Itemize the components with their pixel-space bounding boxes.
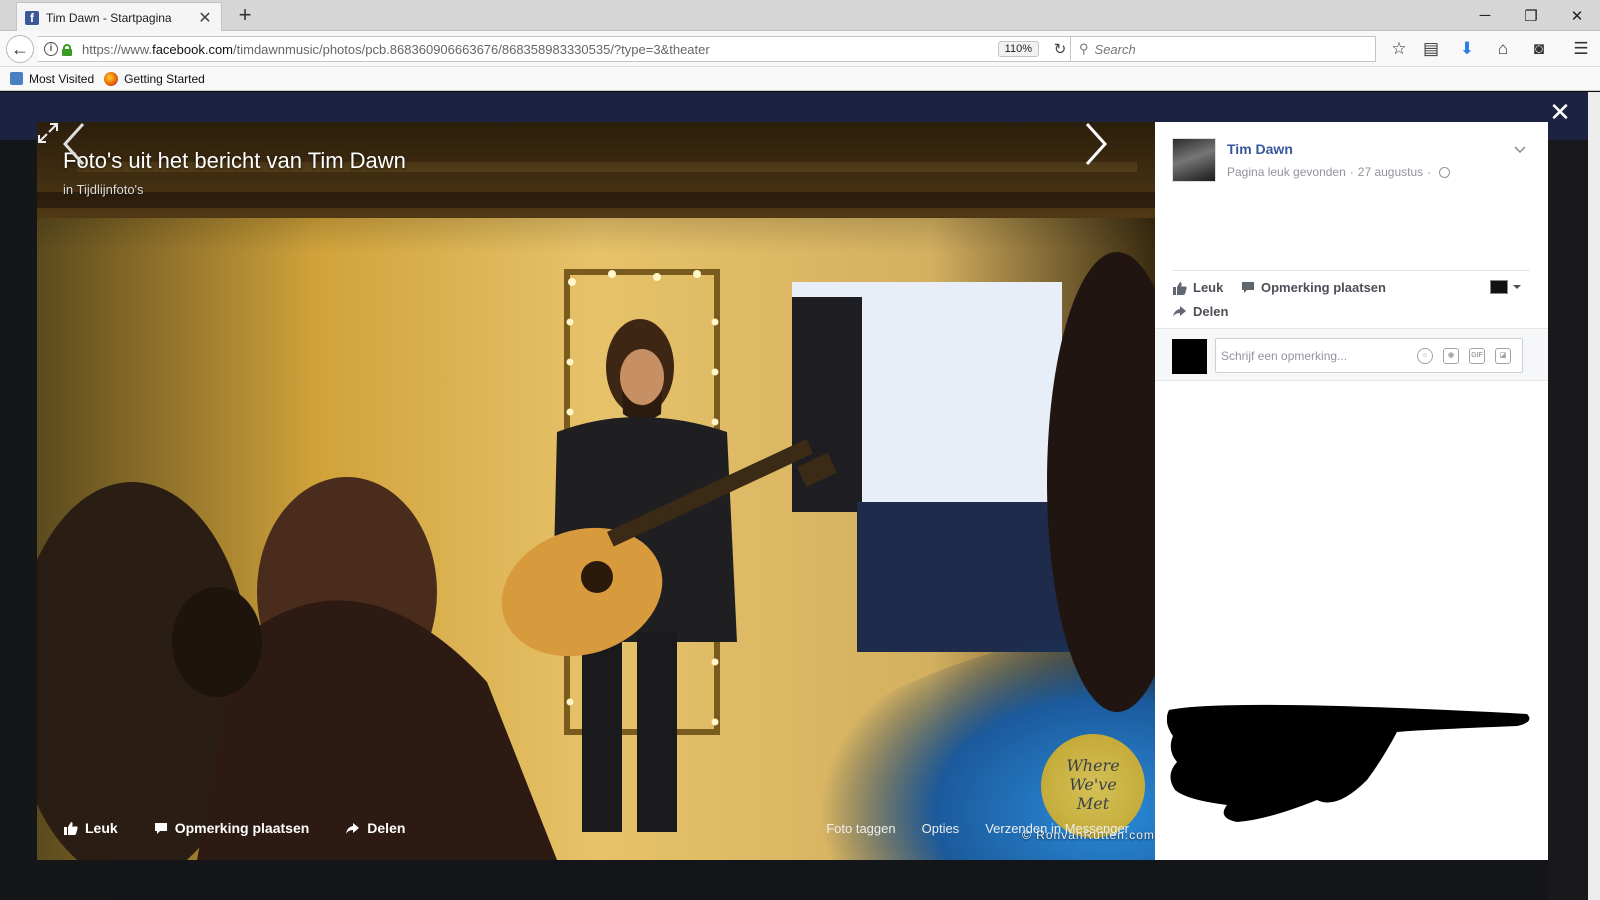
lock-icon: [62, 43, 72, 56]
bookmark-label: Most Visited: [29, 71, 95, 86]
watermark-text: Where We've Met: [1041, 756, 1145, 813]
home-icon[interactable]: ⌂: [1490, 36, 1516, 62]
photo-comment-button[interactable]: Opmerking plaatsen: [154, 820, 310, 836]
share-label: Delen: [367, 820, 406, 836]
back-button[interactable]: ←: [6, 35, 34, 63]
caret-down-icon: [1513, 285, 1521, 289]
like-label: Leuk: [85, 820, 118, 836]
bookmarks-list-icon[interactable]: ▤: [1418, 36, 1444, 62]
previous-photo-arrow-icon[interactable]: [61, 122, 87, 166]
meta-separator: ·: [1427, 165, 1432, 179]
photo-like-button[interactable]: Leuk: [63, 820, 118, 836]
page-avatar-small: [1490, 280, 1508, 294]
photo-links: Foto taggen Opties Verzenden in Messenge…: [800, 821, 1129, 836]
thumbs-up-icon: [1173, 281, 1187, 295]
comment-label: Opmerking plaatsen: [1261, 280, 1386, 295]
close-window-button[interactable]: ✕: [1554, 0, 1600, 31]
meta-action: Pagina leuk gevonden: [1227, 165, 1346, 179]
comment-bubble-icon: [154, 822, 167, 834]
gif-icon[interactable]: GIF: [1469, 348, 1485, 364]
nav-bar: ← i https://www.facebook.com/timdawnmusi…: [0, 31, 1600, 67]
panel-share-button[interactable]: Delen: [1172, 304, 1228, 319]
bookmark-label: Getting Started: [124, 71, 205, 86]
search-placeholder: Search: [1094, 41, 1136, 57]
redacted-scribble: [1167, 704, 1530, 822]
photo-share-button[interactable]: Delen: [345, 820, 405, 836]
photo-viewer[interactable]: Foto's uit het bericht van Tim Dawn in T…: [37, 122, 1155, 860]
share-arrow-icon: [1173, 306, 1186, 317]
close-theater-icon[interactable]: ✕: [1548, 99, 1572, 125]
tab-close-icon[interactable]: ✕: [197, 8, 213, 28]
bookmarks-bar: Most Visited Getting Started: [0, 67, 1600, 91]
send-in-messenger-link[interactable]: Verzenden in Messenger: [985, 821, 1129, 836]
new-tab-button[interactable]: +: [233, 3, 257, 27]
meta-separator: ·: [1349, 165, 1354, 179]
bookmark-most-visited[interactable]: Most Visited: [10, 72, 94, 86]
minimize-button[interactable]: ─: [1462, 0, 1508, 31]
comment-label: Opmerking plaatsen: [174, 820, 310, 836]
url-host: facebook.com: [152, 41, 234, 57]
page-scrollbar[interactable]: [1588, 92, 1600, 900]
avatar[interactable]: [1172, 138, 1216, 182]
camera-icon[interactable]: ◉: [1443, 348, 1459, 364]
next-photo-arrow-icon[interactable]: [1083, 122, 1109, 166]
tab-strip: f Tim Dawn - Startpagina ✕ + ─ ❐ ✕: [0, 0, 1600, 32]
pocket-icon[interactable]: ◙: [1526, 36, 1552, 62]
poster-name[interactable]: Tim Dawn: [1227, 141, 1293, 157]
post-meta: Pagina leuk gevonden · 27 augustus ·: [1227, 165, 1451, 179]
options-link[interactable]: Opties: [922, 821, 960, 836]
comment-placeholder: Schrijf een opmerking...: [1221, 349, 1348, 363]
bookmark-star-icon[interactable]: ☆: [1386, 36, 1412, 62]
subtitle-prefix: in: [63, 182, 74, 197]
panel-like-button[interactable]: Leuk: [1172, 280, 1223, 295]
photo-title: Foto's uit het bericht van Tim Dawn: [63, 148, 406, 173]
comment-composer: Schrijf een opmerking... ☺ ◉ GIF ◪: [1155, 329, 1548, 381]
sticker-icon[interactable]: ◪: [1495, 348, 1511, 364]
zoom-indicator[interactable]: 110%: [997, 41, 1039, 57]
firefox-icon: [104, 71, 119, 86]
emoji-icon[interactable]: ☺: [1417, 348, 1433, 364]
comment-bubble-icon: [1242, 282, 1254, 293]
menu-icon[interactable]: ☰: [1568, 36, 1594, 62]
panel-comment-button[interactable]: Opmerking plaatsen: [1241, 280, 1386, 295]
post-date[interactable]: 27 augustus: [1358, 165, 1423, 179]
chevron-down-icon[interactable]: [1513, 142, 1527, 156]
page-content: ✕ Foto's uit het bericht van Tim Dawn in…: [0, 92, 1600, 900]
watermark-line: We've: [1069, 775, 1117, 794]
share-label: Delen: [1193, 304, 1229, 319]
album-link[interactable]: Tijdlijnfoto's: [77, 182, 144, 197]
share-arrow-icon: [346, 822, 360, 834]
download-icon[interactable]: ⬇: [1454, 36, 1480, 62]
watermark-line: Met: [1076, 794, 1110, 813]
restore-button[interactable]: ❐: [1508, 0, 1554, 31]
photo-subtitle: in Tijdlijnfoto's: [63, 182, 144, 197]
search-icon: ⚲: [1079, 41, 1089, 56]
divider: [1172, 270, 1530, 271]
fullscreen-expand-icon[interactable]: [37, 122, 59, 144]
thumbs-up-icon: [64, 822, 78, 835]
tag-photo-link[interactable]: Foto taggen: [826, 821, 895, 836]
most-visited-icon: [10, 72, 23, 85]
photo-actions: Leuk Opmerking plaatsen Delen: [63, 820, 441, 836]
post-side-panel: Tim Dawn Pagina leuk gevonden · 27 augus…: [1155, 122, 1548, 860]
like-label: Leuk: [1193, 280, 1224, 295]
site-info-icon[interactable]: i: [44, 42, 58, 56]
tab-title: Tim Dawn - Startpagina: [46, 10, 172, 25]
reload-icon[interactable]: ↻: [1049, 40, 1071, 58]
search-input[interactable]: ⚲ Search: [1070, 36, 1376, 62]
browser-window: f Tim Dawn - Startpagina ✕ + ─ ❐ ✕ ← i h…: [0, 0, 1600, 900]
watermark-line: Where: [1066, 756, 1120, 775]
globe-icon[interactable]: [1439, 166, 1451, 178]
comment-as-selector[interactable]: [1490, 280, 1522, 294]
commenter-avatar: [1172, 339, 1207, 374]
url-text[interactable]: https://www.facebook.com/timdawnmusic/ph…: [82, 42, 998, 57]
facebook-favicon-icon: f: [25, 10, 39, 25]
tab-active[interactable]: f Tim Dawn - Startpagina ✕: [16, 2, 222, 32]
bookmark-getting-started[interactable]: Getting Started: [104, 71, 205, 86]
url-bar[interactable]: i https://www.facebook.com/timdawnmusic/…: [38, 36, 1078, 62]
concert-photo: [37, 122, 1155, 860]
